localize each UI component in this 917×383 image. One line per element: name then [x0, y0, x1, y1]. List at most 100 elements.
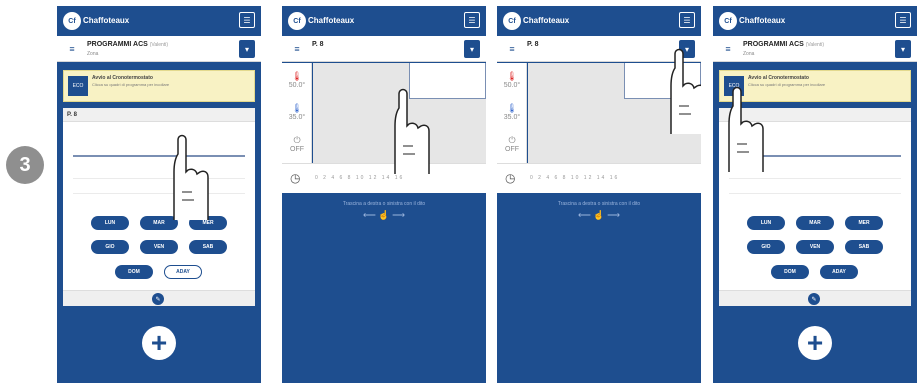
- add-program-button[interactable]: +: [142, 326, 176, 360]
- phone-screen-3: Cf Chaffoteaux ☰ ≡ P. 8 ▾ 🌡 50.0° 🌡 35.0° …: [497, 6, 701, 383]
- off-label: OFF: [505, 146, 519, 153]
- hand-pointer-icon: [670, 48, 701, 134]
- add-program-button[interactable]: +: [798, 326, 832, 360]
- swipe-hint: Trascina a destra o sinistra con il dito: [557, 201, 641, 207]
- off-label: OFF: [290, 146, 304, 153]
- thermometer-hot-icon: 🌡: [291, 71, 303, 81]
- brand-logo-icon: Cf: [719, 12, 737, 30]
- program-title: P. 8: [527, 41, 539, 48]
- day-lun-button[interactable]: LUN: [747, 216, 785, 230]
- off-level[interactable]: ⏻ OFF: [497, 135, 527, 153]
- notebook-icon[interactable]: ☰: [895, 12, 911, 28]
- card-footer: ✎: [719, 290, 911, 306]
- day-dom-button[interactable]: DOM: [115, 265, 153, 279]
- program-subtitle: Zona: [87, 51, 99, 57]
- notice-body: Clicca su quadri di programma per incoll…: [748, 82, 826, 87]
- phone-screen-4: Cf Chaffoteaux ☰ ≡ PROGRAMMI ACS (Valent…: [713, 6, 917, 383]
- notebook-icon[interactable]: ☰: [679, 12, 695, 28]
- cold-temperature[interactable]: 🌡 35.0°: [282, 103, 312, 121]
- notice-icon: ECO: [68, 76, 88, 96]
- brand-name: Chaffoteaux: [83, 16, 130, 25]
- day-ven-button[interactable]: VEN: [796, 240, 834, 254]
- settings-sliders-icon[interactable]: ≡: [288, 40, 306, 58]
- day-gio-button[interactable]: GIO: [91, 240, 129, 254]
- day-aday-button[interactable]: ADAY: [164, 265, 202, 279]
- clock-icon: ◷: [290, 171, 301, 185]
- settings-sliders-icon[interactable]: ≡: [719, 40, 737, 58]
- swipe-arrows-icon: ⟵ ☝ ⟶: [577, 210, 620, 220]
- hand-pointer-icon: [728, 86, 764, 172]
- thermometer-cold-icon: 🌡: [291, 103, 303, 113]
- save-button[interactable]: ▾: [239, 40, 255, 58]
- program-profile-line[interactable]: [73, 155, 245, 157]
- top-bar: Cf Chaffoteaux ☰: [497, 6, 701, 36]
- swipe-arrows-icon: ⟵ ☝ ⟶: [362, 210, 405, 220]
- hot-temp-value: 50.0°: [288, 82, 306, 89]
- save-button[interactable]: ▾: [464, 40, 480, 58]
- top-bar: Cf Chaffoteaux ☰: [713, 6, 917, 36]
- settings-sliders-icon[interactable]: ≡: [503, 40, 521, 58]
- day-sab-button[interactable]: SAB: [845, 240, 883, 254]
- power-icon: ⏻: [508, 135, 516, 145]
- program-title: P. 8: [312, 41, 324, 48]
- divider: [73, 178, 245, 179]
- program-header: ≡ P. 8 ▾: [282, 36, 486, 62]
- program-title: PROGRAMMI ACS (Valenti): [743, 41, 824, 48]
- day-aday-button[interactable]: ADAY: [820, 265, 858, 279]
- phone-screen-1: Cf Chaffoteaux ☰ ≡ PROGRAMMI ACS (Valent…: [57, 6, 261, 383]
- brand-logo-icon: Cf: [63, 12, 81, 30]
- copy-icon[interactable]: ✎: [808, 293, 820, 305]
- step-number-badge: 3: [6, 146, 44, 184]
- program-title-text: PROGRAMMI ACS: [743, 41, 804, 48]
- swipe-hint: Trascina a destra o sinistra con il dito: [342, 201, 426, 207]
- brand-logo-icon: Cf: [503, 12, 521, 30]
- cold-temp-value: 35.0°: [288, 114, 306, 121]
- day-mer-button[interactable]: MER: [845, 216, 883, 230]
- notice-banner: ECO Avvio al Cronotermostato Clicca su q…: [63, 70, 255, 102]
- day-gio-button[interactable]: GIO: [747, 240, 785, 254]
- notice-body: Clicca su quadri di programma per incoll…: [92, 82, 170, 87]
- day-dom-button[interactable]: DOM: [771, 265, 809, 279]
- program-header: ≡ PROGRAMMI ACS (Valenti) Zona ▾: [713, 36, 917, 62]
- time-axis: ◷ 0 2 4 6 8 10 12 14 16: [497, 163, 701, 193]
- program-subtitle: Zona: [743, 51, 755, 57]
- brand-name: Chaffoteaux: [308, 16, 355, 25]
- cold-temperature[interactable]: 🌡 35.0°: [497, 103, 527, 121]
- top-bar: Cf Chaffoteaux ☰: [282, 6, 486, 36]
- brand-name: Chaffoteaux: [523, 16, 570, 25]
- brand-name: Chaffoteaux: [739, 16, 786, 25]
- settings-sliders-icon[interactable]: ≡: [63, 40, 81, 58]
- program-card: P. 8 LUN MAR MER GIO VEN SAB DOM ADAY ✎: [63, 108, 255, 306]
- save-button[interactable]: ▾: [895, 40, 911, 58]
- notebook-icon[interactable]: ☰: [239, 12, 255, 28]
- hot-temperature[interactable]: 🌡 50.0°: [282, 71, 312, 89]
- clock-icon: ◷: [505, 171, 516, 185]
- day-sab-button[interactable]: SAB: [189, 240, 227, 254]
- notebook-icon[interactable]: ☰: [464, 12, 480, 28]
- thermometer-hot-icon: 🌡: [506, 71, 518, 81]
- copy-icon[interactable]: ✎: [152, 293, 164, 305]
- time-axis: ◷ 0 2 4 6 8 10 12 14 16: [282, 163, 486, 193]
- program-title: PROGRAMMI ACS (Valenti): [87, 41, 168, 48]
- program-header: ≡ PROGRAMMI ACS (Valenti) Zona ▾: [57, 36, 261, 62]
- day-ven-button[interactable]: VEN: [140, 240, 178, 254]
- cold-temp-value: 35.0°: [503, 114, 521, 121]
- hand-pointer-icon: [173, 134, 209, 220]
- time-axis-labels: 0 2 4 6 8 10 12 14 16: [530, 175, 620, 181]
- brand-logo-icon: Cf: [288, 12, 306, 30]
- card-footer: ✎: [63, 290, 255, 306]
- hand-pointer-icon: [394, 88, 430, 174]
- hot-temperature[interactable]: 🌡 50.0°: [497, 71, 527, 89]
- divider: [729, 193, 901, 194]
- off-level[interactable]: ⏻ OFF: [282, 135, 312, 153]
- program-title-suffix: (Valenti): [149, 42, 168, 48]
- day-lun-button[interactable]: LUN: [91, 216, 129, 230]
- thermometer-cold-icon: 🌡: [506, 103, 518, 113]
- phone-screen-2: Cf Chaffoteaux ☰ ≡ P. 8 ▾ 🌡 50.0° 🌡 35.0° …: [282, 6, 486, 383]
- program-title-text: PROGRAMMI ACS: [87, 41, 148, 48]
- power-icon: ⏻: [293, 135, 301, 145]
- day-mar-button[interactable]: MAR: [796, 216, 834, 230]
- divider: [73, 193, 245, 194]
- notice-title: Avvio al Cronotermostato: [748, 75, 809, 81]
- notice-title: Avvio al Cronotermostato: [92, 75, 153, 81]
